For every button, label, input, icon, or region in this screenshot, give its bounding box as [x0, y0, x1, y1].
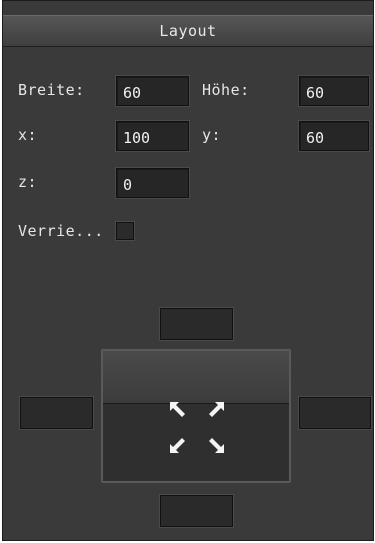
hoehe-label: Höhe:	[202, 81, 250, 99]
anchor-left-field[interactable]	[20, 397, 93, 429]
hoehe-input[interactable]: 60	[299, 76, 369, 106]
breite-input[interactable]: 60	[116, 76, 189, 106]
x-value: 100	[123, 128, 151, 147]
y-input[interactable]: 60	[299, 121, 369, 151]
panel-header: Layout	[3, 15, 373, 47]
x-label: x:	[18, 126, 38, 144]
x-input[interactable]: 100	[116, 121, 189, 151]
hoehe-value: 60	[306, 83, 325, 102]
lock-checkbox[interactable]	[116, 222, 134, 240]
z-input[interactable]: 0	[116, 168, 189, 198]
anchor-preview-header	[103, 351, 289, 404]
anchor-preview-body	[103, 404, 289, 481]
anchor-right-field[interactable]	[299, 397, 371, 429]
lock-label: Verrie...	[18, 222, 104, 240]
z-label: z:	[18, 173, 38, 191]
anchor-top-field[interactable]	[160, 308, 233, 340]
arrow-up-left-icon[interactable]	[170, 402, 186, 418]
anchor-preview[interactable]	[101, 349, 291, 483]
arrow-down-left-icon[interactable]	[170, 437, 186, 453]
arrow-down-right-icon[interactable]	[208, 437, 224, 453]
layout-panel: Layout Breite: 60 Höhe: 60 x: 100 y: 60 …	[2, 0, 374, 541]
arrow-up-right-icon[interactable]	[208, 402, 224, 418]
y-value: 60	[306, 128, 325, 147]
y-label: y:	[202, 126, 222, 144]
anchor-bottom-field[interactable]	[160, 495, 233, 527]
panel-title: Layout	[159, 22, 217, 40]
breite-value: 60	[123, 83, 142, 102]
breite-label: Breite:	[18, 81, 85, 99]
z-value: 0	[123, 175, 133, 194]
